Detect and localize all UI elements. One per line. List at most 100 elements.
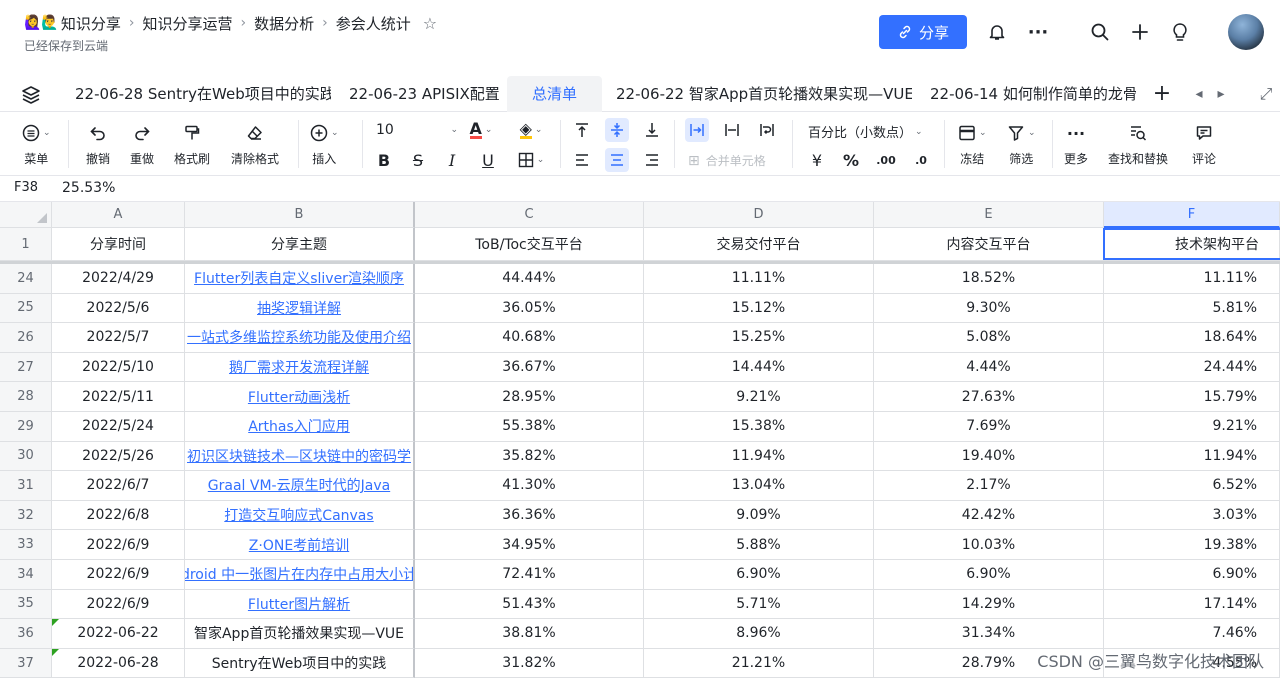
row-number[interactable]: 35: [0, 589, 52, 620]
percent-cell[interactable]: 24.44%: [1104, 352, 1280, 383]
tab-summary[interactable]: 总清单: [507, 76, 602, 112]
topic-link[interactable]: 打造交互响应式Canvas: [224, 505, 373, 525]
clear-format-button[interactable]: 清除格式: [231, 122, 279, 167]
row-number[interactable]: 1: [0, 228, 52, 261]
topic-cell[interactable]: droid 中一张图片在内存中占用大小计: [185, 560, 415, 590]
date-cell[interactable]: 2022/5/10: [52, 352, 185, 383]
topic-link[interactable]: Z·ONE考前培训: [249, 535, 349, 555]
strikethrough-icon[interactable]: S: [406, 148, 430, 172]
date-cell[interactable]: 2022/4/29: [52, 264, 185, 294]
percent-cell[interactable]: 27.63%: [874, 382, 1104, 412]
column-header-b[interactable]: B: [185, 202, 415, 228]
row-number[interactable]: 28: [0, 382, 52, 412]
percent-cell[interactable]: 34.95%: [415, 530, 644, 560]
date-cell[interactable]: 2022/5/6: [52, 293, 185, 324]
topic-cell[interactable]: Flutter动画浅析: [185, 382, 415, 412]
percent-cell[interactable]: 13.04%: [644, 471, 874, 501]
percent-cell[interactable]: 14.44%: [644, 352, 874, 383]
percent-cell[interactable]: 6.90%: [874, 560, 1104, 590]
percent-cell[interactable]: 15.12%: [644, 293, 874, 324]
percent-cell[interactable]: 3.03%: [1104, 500, 1280, 531]
column-header-d[interactable]: D: [644, 202, 874, 228]
decrease-decimal-icon[interactable]: .0: [909, 148, 933, 172]
align-top-icon[interactable]: [570, 118, 594, 142]
date-cell[interactable]: 2022/5/11: [52, 382, 185, 412]
percent-cell[interactable]: 2.17%: [874, 471, 1104, 501]
column-header-f[interactable]: F: [1104, 202, 1280, 228]
percent-cell[interactable]: 44.44%: [415, 264, 644, 294]
align-middle-icon[interactable]: [605, 118, 629, 142]
avatar[interactable]: [1228, 14, 1264, 50]
topic-cell[interactable]: 鹅厂需求开发流程详解: [185, 352, 415, 383]
share-button[interactable]: 分享: [879, 15, 967, 49]
percent-cell[interactable]: 19.40%: [874, 441, 1104, 472]
row-number[interactable]: 26: [0, 323, 52, 353]
row-number[interactable]: 30: [0, 441, 52, 472]
align-center-icon[interactable]: [605, 148, 629, 172]
header-cell[interactable]: 交易交付平台: [644, 228, 874, 261]
percent-cell[interactable]: 5.81%: [1104, 293, 1280, 324]
topic-link[interactable]: Arthas入门应用: [248, 416, 350, 436]
percent-cell[interactable]: 42.42%: [874, 500, 1104, 531]
percent-cell[interactable]: 4.44%: [874, 352, 1104, 383]
topic-cell[interactable]: 打造交互响应式Canvas: [185, 500, 415, 531]
percent-cell[interactable]: 21.21%: [644, 648, 874, 678]
column-header-e[interactable]: E: [874, 202, 1104, 228]
row-number[interactable]: 24: [0, 264, 52, 294]
document-title[interactable]: 参会人统计: [336, 13, 411, 34]
percent-cell[interactable]: 6.90%: [1104, 560, 1280, 590]
topic-cell[interactable]: 初识区块链技术—区块链中的密码学: [185, 441, 415, 472]
percent-cell[interactable]: 14.29%: [874, 589, 1104, 620]
percent-cell[interactable]: 55.38%: [415, 412, 644, 442]
search-icon[interactable]: [1086, 18, 1114, 46]
column-header-a[interactable]: A: [52, 202, 185, 228]
percent-cell[interactable]: 40.68%: [415, 323, 644, 353]
date-cell[interactable]: 2022/5/26: [52, 441, 185, 472]
percent-cell[interactable]: 5.08%: [874, 323, 1104, 353]
topic-link[interactable]: Flutter动画浅析: [248, 387, 350, 407]
date-cell[interactable]: 2022-06-28: [52, 648, 185, 678]
breadcrumb-item[interactable]: 知识分享: [61, 13, 121, 34]
redo-button[interactable]: 重做: [130, 122, 154, 167]
percent-cell[interactable]: 5.71%: [644, 589, 874, 620]
row-number[interactable]: 33: [0, 530, 52, 560]
percent-cell[interactable]: 36.05%: [415, 293, 644, 324]
row-number[interactable]: 25: [0, 293, 52, 324]
increase-decimal-icon[interactable]: .00: [874, 148, 898, 172]
column-header-c[interactable]: C: [415, 202, 644, 228]
tab-longgu[interactable]: 22-06-14 如何制作简单的龙骨: [930, 76, 1136, 112]
find-replace-button[interactable]: 查找和替换: [1108, 122, 1168, 167]
topic-cell[interactable]: Arthas入门应用: [185, 412, 415, 442]
expand-icon[interactable]: ⤢: [1256, 76, 1276, 112]
date-cell[interactable]: 2022/5/7: [52, 323, 185, 353]
date-cell[interactable]: 2022/6/9: [52, 530, 185, 560]
percent-cell[interactable]: 18.64%: [1104, 323, 1280, 353]
topic-cell[interactable]: Z·ONE考前培训: [185, 530, 415, 560]
date-cell[interactable]: 2022/6/8: [52, 500, 185, 531]
percent-cell[interactable]: 19.38%: [1104, 530, 1280, 560]
topic-link[interactable]: 鹅厂需求开发流程详解: [229, 357, 369, 377]
tab-sentry[interactable]: 22-06-28 Sentry在Web项目中的实践: [75, 76, 331, 112]
tab-zhijia-vue[interactable]: 22-06-22 智家App首页轮播效果实现—VUE: [616, 76, 912, 112]
tab-next-icon[interactable]: ▸: [1212, 76, 1230, 112]
font-color-button[interactable]: A ⌄: [462, 118, 500, 142]
percent-cell[interactable]: 9.21%: [644, 382, 874, 412]
cell-reference[interactable]: F38: [14, 180, 38, 195]
topic-cell[interactable]: Flutter列表自定义sliver渲染顺序: [185, 264, 415, 294]
wrap-text-icon[interactable]: [755, 118, 779, 142]
topic-link[interactable]: 初识区块链技术—区块链中的密码学: [187, 446, 411, 466]
percent-cell[interactable]: 9.21%: [1104, 412, 1280, 442]
percent-cell[interactable]: 10.03%: [874, 530, 1104, 560]
merge-cells-button[interactable]: ⊞ 合并单元格: [688, 152, 766, 169]
formula-input[interactable]: 25.53%: [62, 180, 115, 196]
header-cell[interactable]: 分享时间: [52, 228, 185, 261]
percent-icon[interactable]: %: [839, 148, 863, 172]
freeze-button[interactable]: ⌄ 冻结: [958, 122, 987, 167]
topic-cell[interactable]: Sentry在Web项目中的实践: [185, 648, 415, 678]
topic-cell[interactable]: 抽奖逻辑详解: [185, 293, 415, 324]
align-bottom-icon[interactable]: [640, 118, 664, 142]
percent-cell[interactable]: 18.52%: [874, 264, 1104, 294]
row-number[interactable]: 29: [0, 412, 52, 442]
select-all-corner[interactable]: [0, 202, 52, 228]
more-icon[interactable]: ···: [1024, 18, 1052, 46]
